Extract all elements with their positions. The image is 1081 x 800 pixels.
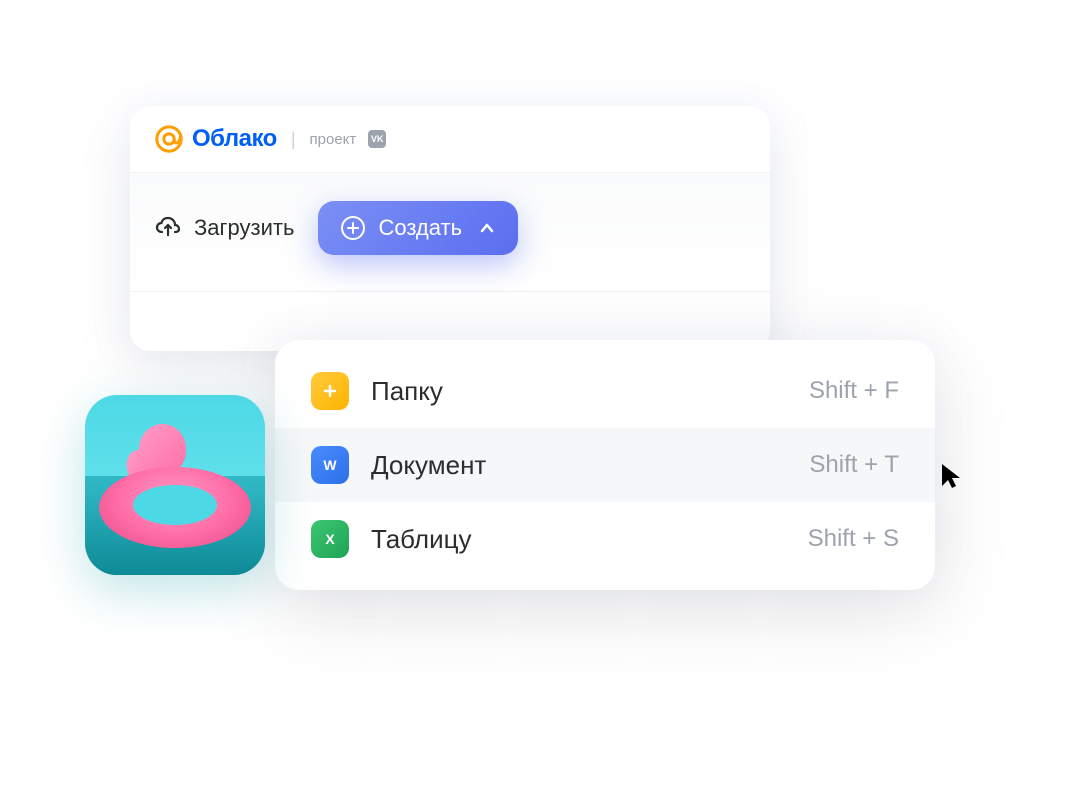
upload-label: Загрузить xyxy=(194,215,294,241)
menu-item-shortcut: Shift + S xyxy=(808,525,899,553)
project-label: проект xyxy=(310,131,357,148)
menu-item-label: Папку xyxy=(371,376,787,407)
create-button[interactable]: Создать xyxy=(318,201,518,255)
menu-item-spreadsheet[interactable]: X Таблицу Shift + S xyxy=(275,502,935,576)
create-label: Создать xyxy=(378,215,462,241)
menu-item-label: Таблицу xyxy=(371,524,786,555)
menu-item-folder[interactable]: Папку Shift + F xyxy=(275,354,935,428)
upload-button[interactable]: Загрузить xyxy=(154,214,294,242)
vk-badge-icon: VK xyxy=(368,130,386,148)
create-menu: Папку Shift + F W Документ Shift + T X Т… xyxy=(275,340,935,590)
document-icon: W xyxy=(311,446,349,484)
cloud-upload-icon xyxy=(154,214,182,242)
toolbar: Загрузить Создать xyxy=(130,172,770,291)
plus-circle-icon xyxy=(340,215,366,241)
app-window: Облако | проект VK Загрузить Создать xyxy=(130,106,770,351)
folder-plus-icon xyxy=(311,372,349,410)
chevron-up-icon xyxy=(478,219,496,237)
logo-text: Облако xyxy=(192,125,277,153)
menu-item-document[interactable]: W Документ Shift + T xyxy=(275,428,935,502)
image-thumbnail[interactable] xyxy=(85,395,265,575)
spreadsheet-icon: X xyxy=(311,520,349,558)
cursor-icon xyxy=(940,462,962,490)
header: Облако | проект VK xyxy=(130,106,770,172)
divider: | xyxy=(291,129,296,150)
menu-item-label: Документ xyxy=(371,450,787,481)
menu-item-shortcut: Shift + T xyxy=(809,451,899,479)
menu-item-shortcut: Shift + F xyxy=(809,377,899,405)
at-logo-icon xyxy=(154,124,184,154)
